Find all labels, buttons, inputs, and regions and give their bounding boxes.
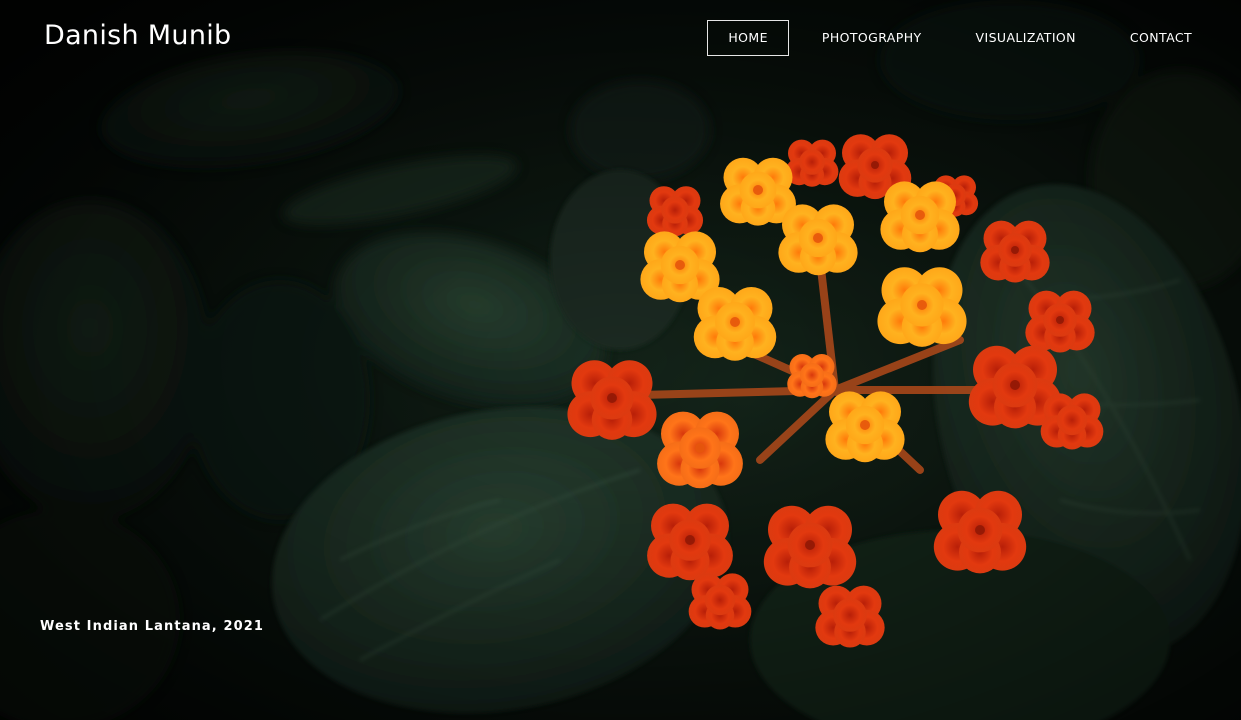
nav-item-visualization[interactable]: VISUALIZATION — [955, 20, 1097, 56]
site-header: Danish Munib HOME PHOTOGRAPHY VISUALIZAT… — [0, 0, 1241, 76]
main-nav: HOME PHOTOGRAPHY VISUALIZATION CONTACT — [695, 20, 1213, 56]
page: Danish Munib HOME PHOTOGRAPHY VISUALIZAT… — [0, 0, 1241, 720]
site-title-link[interactable]: Danish Munib — [44, 20, 231, 51]
nav-item-contact[interactable]: CONTACT — [1109, 20, 1213, 56]
hero-image — [0, 0, 1241, 720]
nav-item-home[interactable]: HOME — [707, 20, 789, 56]
hero-caption: West Indian Lantana, 2021 — [40, 619, 265, 634]
nav-item-photography[interactable]: PHOTOGRAPHY — [801, 20, 943, 56]
